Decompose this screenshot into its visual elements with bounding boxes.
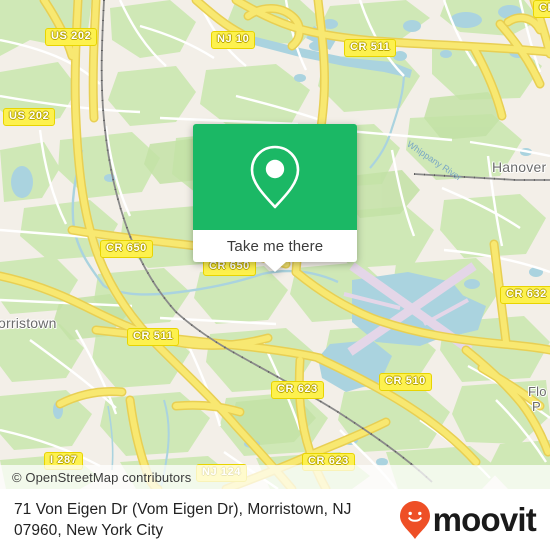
popup-footer[interactable]: Take me there xyxy=(193,230,357,272)
popup-header xyxy=(193,124,357,230)
map-attribution-bar: © OpenStreetMap contributors xyxy=(0,465,550,489)
popup-pointer-tail xyxy=(264,262,286,272)
address-text: 71 Von Eigen Dr (Vom Eigen Dr), Morristo… xyxy=(0,499,351,541)
map-screenshot: Hanover orristown Flo P Whippany River U… xyxy=(0,0,550,550)
location-popup-card[interactable]: Take me there xyxy=(193,124,357,272)
moovit-wordmark: moovit xyxy=(432,501,537,538)
footer-bar: 71 Von Eigen Dr (Vom Eigen Dr), Morristo… xyxy=(0,489,550,550)
address-line-1: 71 Von Eigen Dr (Vom Eigen Dr), Morristo… xyxy=(14,500,352,518)
map-canvas[interactable]: Hanover orristown Flo P Whippany River U… xyxy=(0,0,550,489)
openstreetmap-attribution[interactable]: © OpenStreetMap contributors xyxy=(0,470,191,485)
moovit-brand[interactable]: moovit xyxy=(399,500,550,540)
moovit-pin-smiley-icon xyxy=(399,500,430,539)
map-pin-icon xyxy=(250,145,300,209)
address-line-2: 07960, New York City xyxy=(14,521,164,539)
take-me-there-label: Take me there xyxy=(226,237,324,255)
